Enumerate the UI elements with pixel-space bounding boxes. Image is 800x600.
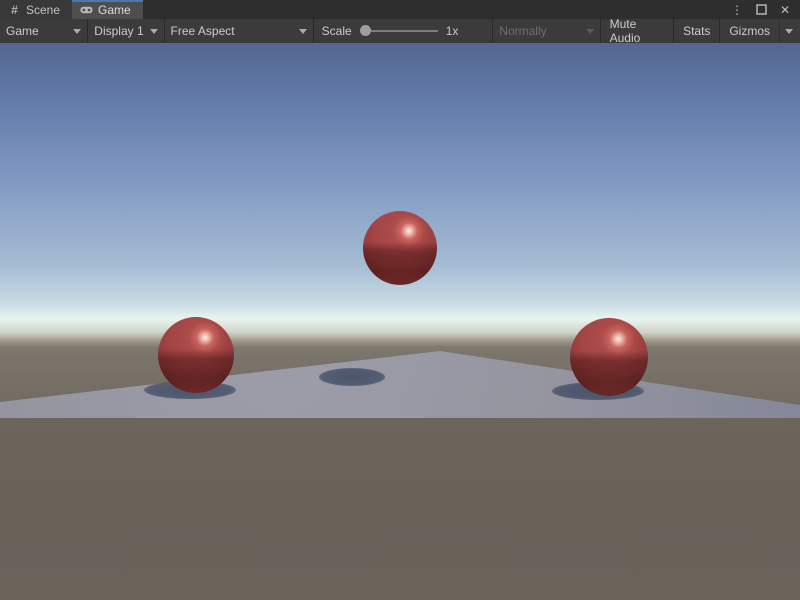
chevron-down-icon <box>586 29 594 34</box>
gamepad-icon <box>80 3 93 16</box>
game-popup-dropdown[interactable]: Game <box>0 19 87 43</box>
chevron-down-icon <box>150 29 158 34</box>
game-view-toolbar: Game Display 1 Free Aspect Scale 1x Norm… <box>0 19 800 43</box>
scale-control: Scale 1x <box>314 19 493 43</box>
sphere-center-floating <box>363 211 437 285</box>
scale-label: Scale <box>322 24 352 38</box>
mute-audio-button[interactable]: Mute Audio <box>601 19 674 43</box>
chevron-down-icon <box>299 29 307 34</box>
ground-plane <box>0 43 800 600</box>
aspect-ratio-label: Free Aspect <box>171 24 235 38</box>
maximize-icon[interactable] <box>754 3 768 17</box>
tab-game-label: Game <box>98 3 131 17</box>
sphere-right <box>570 318 648 396</box>
sphere-left <box>158 317 234 393</box>
scale-slider[interactable] <box>360 24 438 38</box>
close-icon[interactable]: ✕ <box>778 3 792 17</box>
tab-scene-label: Scene <box>26 3 60 17</box>
scale-slider-track[interactable] <box>370 30 438 32</box>
panel-window-controls: ⋮ ✕ <box>730 0 800 19</box>
scale-slider-handle[interactable] <box>360 25 371 36</box>
play-mode-dropdown-disabled: Normally <box>493 19 599 43</box>
gizmos-label: Gizmos <box>729 24 770 38</box>
display-dropdown-label: Display 1 <box>94 24 143 38</box>
mute-audio-label: Mute Audio <box>610 17 665 45</box>
tab-bar: # Scene Game ⋮ ✕ <box>0 0 800 19</box>
play-mode-label: Normally <box>499 24 546 38</box>
kebab-menu-icon[interactable]: ⋮ <box>730 3 744 17</box>
unity-game-panel: # Scene Game ⋮ ✕ Game Display 1 <box>0 0 800 600</box>
grid-icon: # <box>8 3 21 16</box>
gizmos-button[interactable]: Gizmos <box>720 19 779 43</box>
tab-scene[interactable]: # Scene <box>0 0 72 19</box>
scale-value: 1x <box>446 24 485 38</box>
tab-bar-spacer <box>143 0 730 19</box>
stats-label: Stats <box>683 24 710 38</box>
display-dropdown[interactable]: Display 1 <box>88 19 163 43</box>
game-viewport[interactable] <box>0 43 800 600</box>
chevron-down-icon <box>785 29 793 34</box>
tab-game[interactable]: Game <box>72 0 143 19</box>
game-popup-label: Game <box>6 24 39 38</box>
chevron-down-icon <box>73 29 81 34</box>
gizmos-control: Gizmos <box>720 19 800 43</box>
stats-button[interactable]: Stats <box>674 19 719 43</box>
gizmos-dropdown-arrow[interactable] <box>779 19 800 43</box>
shadow-center <box>319 368 385 386</box>
aspect-ratio-dropdown[interactable]: Free Aspect <box>165 19 313 43</box>
